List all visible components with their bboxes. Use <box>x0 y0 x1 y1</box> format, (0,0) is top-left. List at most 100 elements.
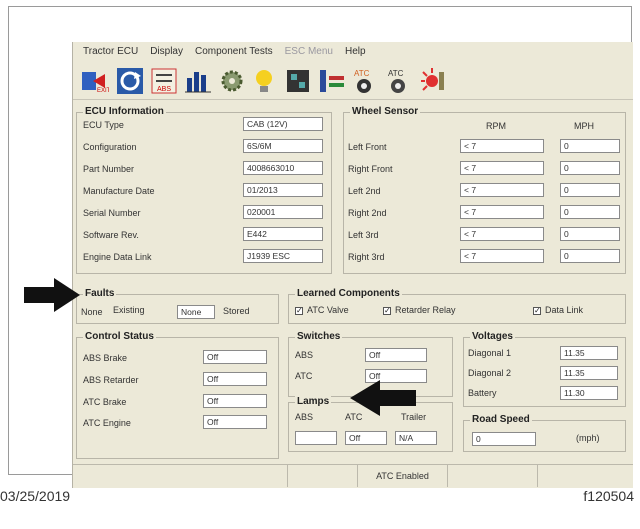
left-3rd-rpm: < 7 <box>460 227 544 241</box>
menu-help[interactable]: Help <box>345 46 366 62</box>
right-2nd-mph: 0 <box>560 205 620 219</box>
fault-flash-icon[interactable] <box>419 66 449 96</box>
menu-tractor-ecu[interactable]: Tractor ECU <box>83 46 138 62</box>
svg-text:ABS: ABS <box>157 86 171 93</box>
app-window: Tractor ECU Display Component Tests ESC … <box>72 42 633 488</box>
road-speed-unit: (mph) <box>576 433 600 443</box>
right-3rd-label: Right 3rd <box>348 252 385 262</box>
atc-icon[interactable]: ATC <box>383 66 413 96</box>
svg-text:ATC: ATC <box>354 69 370 78</box>
voltages-title: Voltages <box>470 331 515 342</box>
configuration-value: 6S/6M <box>243 139 323 153</box>
atc-engine-value: Off <box>203 415 267 429</box>
abs-brake-value: Off <box>203 350 267 364</box>
lamp-abs-value <box>295 431 337 445</box>
lamp-icon[interactable] <box>249 66 279 96</box>
road-speed-title: Road Speed <box>470 414 532 425</box>
wheel-sensor-group: Wheel Sensor RPM MPH Left Front < 7 0 Ri… <box>343 106 626 274</box>
abs-retarder-label: ABS Retarder <box>83 375 139 385</box>
ecu-info-group: ECU Information ECU Type CAB (12V) Confi… <box>76 106 332 274</box>
menu-display[interactable]: Display <box>150 46 183 62</box>
data-link-checkbox[interactable]: ✓ <box>533 307 541 315</box>
diagonal-2-label: Diagonal 2 <box>468 368 512 378</box>
right-front-mph: 0 <box>560 161 620 175</box>
menu-component-tests[interactable]: Component Tests <box>195 46 273 62</box>
faults-callout-arrow <box>24 278 80 312</box>
engine-data-link-value: J1939 ESC <box>243 249 323 263</box>
retarder-relay-label: Retarder Relay <box>395 305 456 315</box>
right-front-rpm: < 7 <box>460 161 544 175</box>
road-speed-value: 0 <box>472 432 536 446</box>
atc-valve-checkbox[interactable]: ✓ <box>295 307 303 315</box>
left-2nd-label: Left 2nd <box>348 186 381 196</box>
wheel-sensor-title: Wheel Sensor <box>350 106 421 117</box>
switch-abs-label: ABS <box>295 350 314 360</box>
module-icon[interactable] <box>283 66 313 96</box>
left-front-rpm: < 7 <box>460 139 544 153</box>
refresh-icon[interactable] <box>115 66 145 96</box>
abs-brake-label: ABS Brake <box>83 353 128 363</box>
status-pane-4 <box>448 465 538 487</box>
lamp-atc-value: Off <box>345 431 387 445</box>
left-3rd-label: Left 3rd <box>348 230 379 240</box>
lamp-trailer-value: N/A <box>395 431 437 445</box>
left-2nd-mph: 0 <box>560 183 620 197</box>
configuration-label: Configuration <box>83 142 137 152</box>
abs-retarder-value: Off <box>203 372 267 386</box>
faults-title: Faults <box>83 288 117 299</box>
switch-atc-label: ATC <box>295 371 313 381</box>
part-number-label: Part Number <box>83 164 135 174</box>
svg-text:ATC: ATC <box>388 69 404 78</box>
software-rev-value: E442 <box>243 227 323 241</box>
toolbar: EXIT ABS ATC ATC <box>73 63 633 100</box>
diagonal-1-label: Diagonal 1 <box>468 348 512 358</box>
status-bar: ATC Enabled <box>73 464 633 489</box>
left-front-mph: 0 <box>560 139 620 153</box>
road-speed-group: Road Speed 0 (mph) <box>463 414 626 452</box>
ecu-info-title: ECU Information <box>83 106 166 117</box>
status-pane-1 <box>73 465 288 487</box>
faults-existing-value: None <box>81 307 103 317</box>
ecu-type-value: CAB (12V) <box>243 117 323 131</box>
retarder-relay-checkbox[interactable]: ✓ <box>383 307 391 315</box>
atc-brake-label: ATC Brake <box>83 397 127 407</box>
part-number-value: 4008663010 <box>243 161 323 175</box>
menu-esc[interactable]: ESC Menu <box>285 46 333 62</box>
diagonal-1-value: 11.35 <box>560 346 618 360</box>
right-2nd-rpm: < 7 <box>460 205 544 219</box>
faults-existing-label: Existing <box>113 305 145 315</box>
status-pane-5 <box>538 465 633 487</box>
diagonal-2-value: 11.35 <box>560 366 618 380</box>
serial-number-value: 020001 <box>243 205 323 219</box>
diagnostic-icon[interactable] <box>317 66 347 96</box>
gear-icon[interactable] <box>217 66 247 96</box>
abs-icon[interactable]: ABS <box>149 66 179 96</box>
atc-on-icon[interactable]: ATC <box>349 66 379 96</box>
engine-data-link-label: Engine Data Link <box>83 252 152 262</box>
data-link-label: Data Link <box>545 305 584 315</box>
status-pane-2 <box>288 465 358 487</box>
lamps-callout-arrow <box>350 380 416 416</box>
right-3rd-rpm: < 7 <box>460 249 544 263</box>
right-front-label: Right Front <box>348 164 393 174</box>
voltages-group: Voltages Diagonal 1 11.35 Diagonal 2 11.… <box>463 331 626 407</box>
ecu-type-label: ECU Type <box>83 120 124 130</box>
learned-components-title: Learned Components <box>295 288 402 299</box>
exit-icon[interactable]: EXIT <box>79 66 111 96</box>
svg-text:EXIT: EXIT <box>97 88 109 94</box>
right-2nd-label: Right 2nd <box>348 208 387 218</box>
switch-abs-value: Off <box>365 348 427 362</box>
manufacture-date-value: 01/2013 <box>243 183 323 197</box>
serial-number-label: Serial Number <box>83 208 141 218</box>
lamps-title: Lamps <box>295 396 332 407</box>
menu-bar: Tractor ECU Display Component Tests ESC … <box>83 46 366 62</box>
switches-title: Switches <box>295 331 343 342</box>
left-3rd-mph: 0 <box>560 227 620 241</box>
faults-stored-value: None <box>177 305 215 319</box>
right-3rd-mph: 0 <box>560 249 620 263</box>
atc-valve-label: ATC Valve <box>307 305 349 315</box>
faults-stored-label: Stored <box>223 306 250 316</box>
atc-engine-label: ATC Engine <box>83 418 131 428</box>
battery-label: Battery <box>468 388 497 398</box>
bar-graph-icon[interactable] <box>183 66 213 96</box>
